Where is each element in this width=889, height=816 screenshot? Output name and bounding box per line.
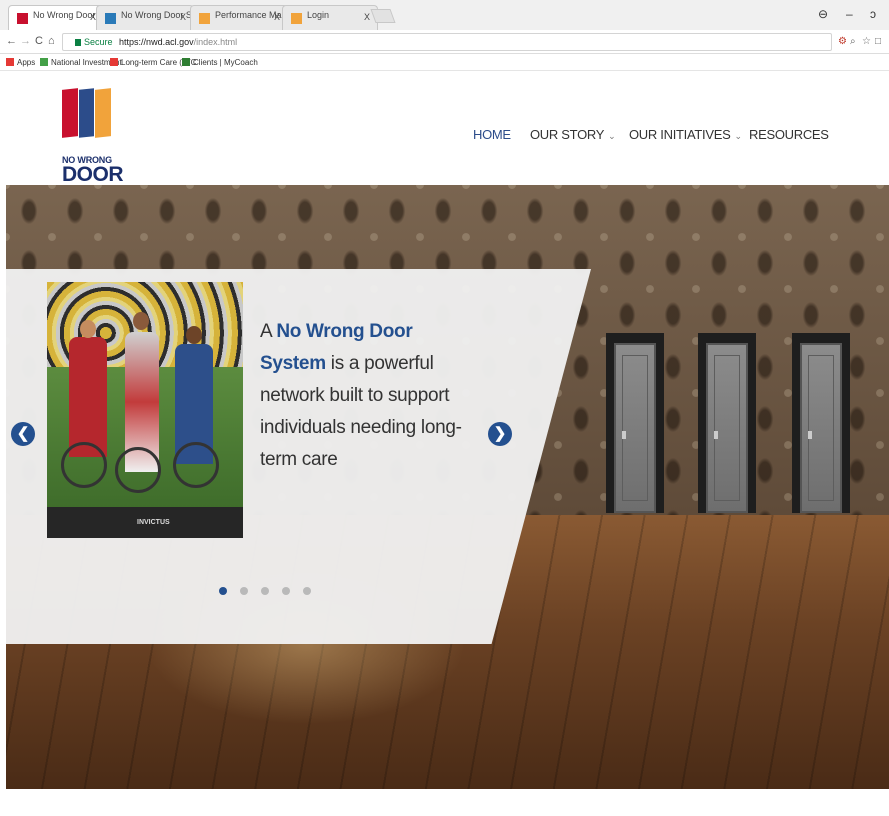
- nav-our-initiatives-label: OUR INITIATIVES: [629, 127, 731, 142]
- carousel-prev-arrow-icon[interactable]: ❮: [11, 422, 35, 446]
- nav-our-story[interactable]: OUR STORY ⌄: [530, 127, 616, 142]
- bookmark-label: Clients | MyCoach: [193, 58, 258, 67]
- no-wrong-door-logo[interactable]: NO WRONG DOOR: [62, 88, 124, 186]
- zoom-icon[interactable]: ⌕: [850, 36, 856, 47]
- hero-text-prefix: A: [260, 321, 277, 342]
- browser-tab-no-wrong-door[interactable]: No Wrong Door X: [8, 5, 104, 30]
- tab-label: No Wrong Door: [33, 10, 96, 20]
- browser-tab-no-wrong-door-system[interactable]: No Wrong Door Syster X: [96, 5, 194, 30]
- wheelchair-wheel: [115, 447, 161, 493]
- bookmark-label: Apps: [17, 58, 36, 67]
- door-image: [606, 333, 664, 513]
- logo-text-line2: DOOR: [62, 163, 124, 186]
- bookmark-favicon-icon: [110, 58, 118, 66]
- logo-bar-blue: [79, 88, 94, 138]
- forward-icon[interactable]: →: [20, 35, 31, 47]
- address-bar-input[interactable]: Secure https://nwd.acl.gov/index.html: [62, 33, 832, 51]
- new-tab-button[interactable]: [370, 9, 396, 23]
- tab-label: Login: [307, 10, 330, 20]
- wheelchair-wheel: [173, 442, 219, 488]
- carousel-dot-2[interactable]: [240, 587, 248, 595]
- hero-headline: A No Wrong Door System is a powerful net…: [260, 316, 470, 476]
- nav-our-initiatives[interactable]: OUR INITIATIVES ⌄: [629, 127, 742, 142]
- reload-icon[interactable]: C: [35, 35, 43, 47]
- carousel-dot-3[interactable]: [261, 587, 269, 595]
- carousel-next-arrow-icon[interactable]: ❯: [488, 422, 512, 446]
- bookmarks-bar: Apps National Investment Long-term Care …: [0, 54, 889, 71]
- athlete-head: [186, 326, 202, 344]
- tab-close-icon[interactable]: X: [180, 12, 186, 22]
- site-header: NO WRONG DOOR HOME OUR STORY ⌄ OUR INITIA…: [0, 71, 889, 186]
- carousel-dot-4[interactable]: [282, 587, 290, 595]
- athlete-head: [133, 312, 149, 330]
- profile-icon[interactable]: ⊖: [818, 7, 828, 21]
- lock-icon: [75, 39, 81, 46]
- site-favicon-icon: [199, 13, 210, 24]
- nav-home-label: HOME: [473, 127, 511, 142]
- athlete-head: [80, 320, 96, 338]
- url-host: https://nwd.acl.gov: [119, 37, 194, 47]
- nav-resources[interactable]: RESOURCES: [749, 127, 829, 142]
- chevron-down-icon: ⌄: [608, 131, 616, 141]
- browser-tab-performance-manager[interactable]: Performance Manager X: [190, 5, 288, 30]
- carousel-dot-1[interactable]: [219, 587, 227, 595]
- photo-caption: INVICTUS: [137, 519, 170, 526]
- door-image: [792, 333, 850, 513]
- bookmark-favicon-icon: [182, 58, 190, 66]
- extension-icon[interactable]: ⚙: [838, 36, 847, 47]
- logo-bar-red: [62, 88, 78, 138]
- nav-our-story-label: OUR STORY: [530, 127, 605, 142]
- site-favicon-icon: [291, 13, 302, 24]
- door-image: [698, 333, 756, 513]
- nav-home[interactable]: HOME: [473, 127, 511, 142]
- site-favicon-icon: [105, 13, 116, 24]
- bookmark-clients-mycoach[interactable]: Clients | MyCoach: [182, 58, 258, 67]
- bookmark-star-icon[interactable]: ☆: [862, 36, 871, 47]
- nav-resources-label: RESOURCES: [749, 127, 829, 142]
- hero-photo-athletes: INVICTUS: [47, 282, 243, 538]
- hero-carousel: INVICTUS A No Wrong Door System is a pow…: [6, 185, 889, 789]
- bookmark-apps[interactable]: Apps: [6, 58, 35, 67]
- home-icon[interactable]: ⌂: [48, 35, 55, 47]
- secure-label: Secure: [84, 37, 113, 47]
- bookmark-favicon-icon: [40, 58, 48, 66]
- url-text: https://nwd.acl.gov/index.html: [119, 37, 237, 47]
- back-icon[interactable]: ←: [6, 35, 17, 47]
- chevron-down-icon: ⌄: [734, 131, 742, 141]
- logo-bars-icon: [62, 88, 122, 138]
- apps-grid-icon: [6, 58, 14, 66]
- minimize-icon[interactable]: –: [846, 7, 853, 21]
- tab-close-icon[interactable]: X: [364, 12, 370, 22]
- browser-tab-login[interactable]: Login X: [282, 5, 378, 30]
- tab-close-icon[interactable]: X: [274, 12, 280, 22]
- athlete-figure: [69, 337, 107, 457]
- site-favicon-icon: [17, 13, 28, 24]
- logo-bar-orange: [95, 88, 111, 138]
- url-path: /index.html: [193, 37, 238, 47]
- menu-icon[interactable]: □: [875, 36, 881, 47]
- wheelchair-wheel: [61, 442, 107, 488]
- secure-indicator[interactable]: Secure: [75, 37, 113, 47]
- browser-toolbar: ← → C ⌂ Secure https://nwd.acl.gov/index…: [0, 30, 889, 54]
- carousel-dot-5[interactable]: [303, 587, 311, 595]
- browser-tab-strip: No Wrong Door X No Wrong Door Syster X P…: [0, 0, 889, 30]
- restore-icon[interactable]: ɔ: [870, 7, 876, 21]
